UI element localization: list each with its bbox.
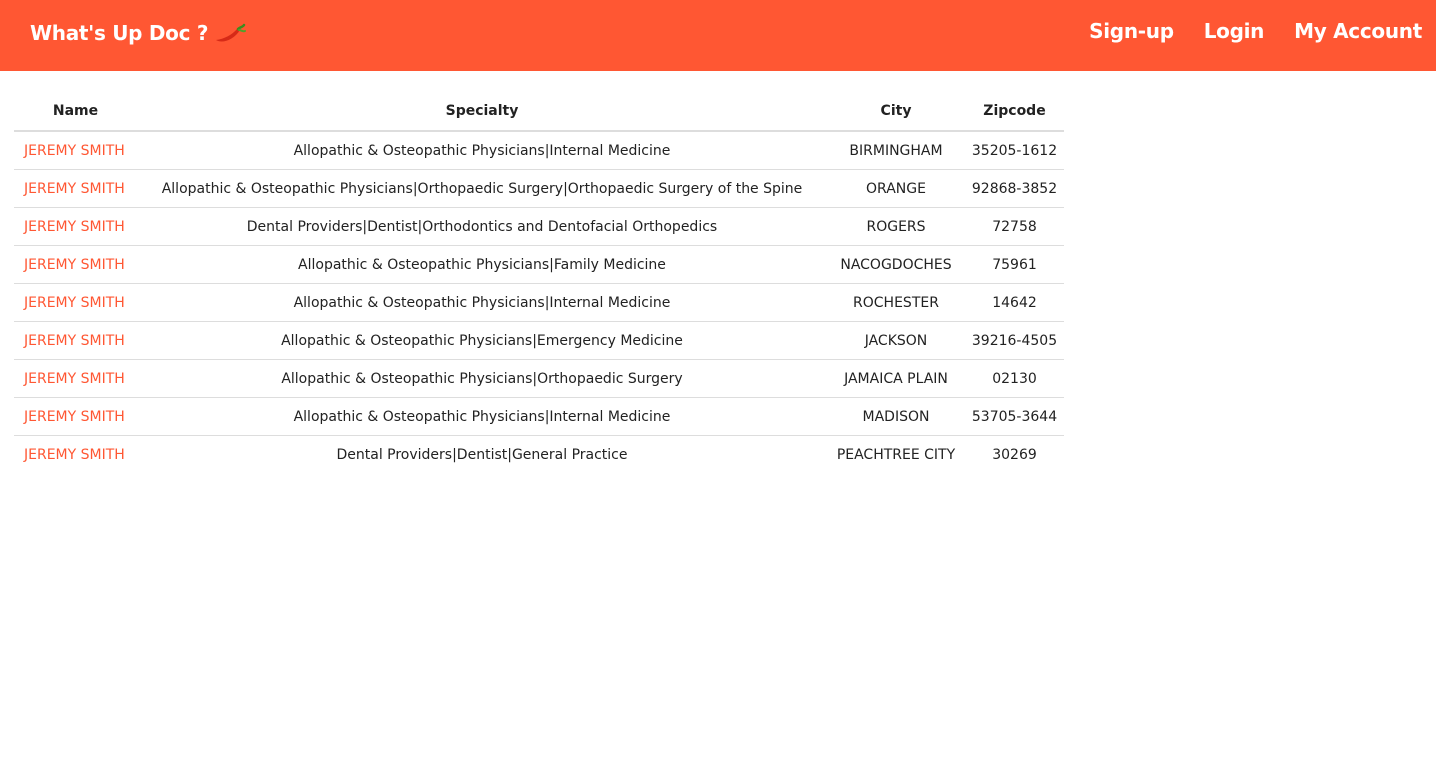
nav-signup-link[interactable]: Sign-up bbox=[1089, 19, 1174, 43]
specialty-cell: Allopathic & Osteopathic Physicians|Inte… bbox=[137, 131, 827, 170]
city-cell: JACKSON bbox=[827, 321, 965, 360]
nav-login-link[interactable]: Login bbox=[1204, 19, 1265, 43]
header-name: Name bbox=[14, 92, 137, 132]
zipcode-cell: 14642 bbox=[965, 283, 1064, 322]
doctor-name-link[interactable]: JEREMY SMITH bbox=[24, 333, 125, 349]
table-row: JEREMY SMITH Allopathic & Osteopathic Ph… bbox=[14, 131, 1064, 170]
table-row: JEREMY SMITH Allopathic & Osteopathic Ph… bbox=[14, 359, 1064, 398]
specialty-cell: Allopathic & Osteopathic Physicians|Fami… bbox=[137, 245, 827, 284]
brand-logo[interactable]: What's Up Doc ? bbox=[30, 18, 254, 48]
name-cell: JEREMY SMITH bbox=[14, 436, 137, 474]
table-row: JEREMY SMITH Allopathic & Osteopathic Ph… bbox=[14, 397, 1064, 436]
doctor-name-link[interactable]: JEREMY SMITH bbox=[24, 219, 125, 235]
table-row: JEREMY SMITH Dental Providers|Dentist|Ge… bbox=[14, 436, 1064, 474]
zipcode-cell: 02130 bbox=[965, 359, 1064, 398]
specialty-cell: Dental Providers|Dentist|General Practic… bbox=[336, 446, 628, 463]
header-specialty: Specialty bbox=[137, 92, 827, 132]
name-cell: JEREMY SMITH bbox=[14, 321, 137, 360]
doctor-results-table: Name Specialty City Zipcode JEREMY SMITH… bbox=[14, 92, 1064, 473]
name-cell: JEREMY SMITH bbox=[14, 245, 137, 284]
table-header-row: Name Specialty City Zipcode bbox=[14, 92, 1064, 132]
zipcode-cell: 72758 bbox=[965, 207, 1064, 246]
doctor-name-link[interactable]: JEREMY SMITH bbox=[24, 257, 125, 273]
city-cell: JAMAICA PLAIN bbox=[827, 359, 965, 398]
zipcode-cell: 75961 bbox=[965, 245, 1064, 284]
name-cell: JEREMY SMITH bbox=[14, 283, 137, 322]
specialty-cell: Dental Providers|Dentist|Orthodontics an… bbox=[137, 207, 827, 246]
city-cell: ROCHESTER bbox=[827, 283, 965, 322]
top-navbar: What's Up Doc ? Sign-up Login My Account bbox=[0, 0, 1436, 71]
zipcode-cell: 92868-3852 bbox=[965, 169, 1064, 208]
table-row: JEREMY SMITH Dental Providers|Dentist|Or… bbox=[14, 207, 1064, 246]
name-cell: JEREMY SMITH bbox=[14, 131, 137, 170]
zipcode-cell: 39216-4505 bbox=[965, 321, 1064, 360]
zipcode-cell: 53705-3644 bbox=[965, 397, 1064, 436]
table-row: JEREMY SMITH Allopathic & Osteopathic Ph… bbox=[14, 283, 1064, 322]
name-cell: JEREMY SMITH bbox=[14, 359, 137, 398]
specialty-cell: Allopathic & Osteopathic Physicians|Orth… bbox=[137, 169, 827, 208]
zipcode-cell: 30269 bbox=[992, 446, 1037, 463]
city-cell: BIRMINGHAM bbox=[827, 131, 965, 170]
header-zipcode: Zipcode bbox=[965, 92, 1064, 132]
specialty-cell: Allopathic & Osteopathic Physicians|Emer… bbox=[137, 321, 827, 360]
brand-title: What's Up Doc ? bbox=[30, 21, 209, 45]
specialty-cell: Allopathic & Osteopathic Physicians|Inte… bbox=[137, 397, 827, 436]
name-cell: JEREMY SMITH bbox=[14, 207, 137, 246]
specialty-cell: Allopathic & Osteopathic Physicians|Orth… bbox=[137, 359, 827, 398]
specialty-cell: Allopathic & Osteopathic Physicians|Inte… bbox=[137, 283, 827, 322]
doctor-name-link[interactable]: JEREMY SMITH bbox=[24, 143, 125, 159]
chili-pepper-icon bbox=[210, 18, 254, 48]
city-cell: ORANGE bbox=[827, 169, 965, 208]
doctor-name-link[interactable]: JEREMY SMITH bbox=[24, 181, 125, 197]
city-cell: ROGERS bbox=[827, 207, 965, 246]
doctor-name-link[interactable]: JEREMY SMITH bbox=[24, 409, 125, 425]
doctor-name-link[interactable]: JEREMY SMITH bbox=[24, 447, 125, 463]
name-cell: JEREMY SMITH bbox=[14, 169, 137, 208]
city-cell: PEACHTREE CITY bbox=[836, 446, 956, 463]
city-cell: MADISON bbox=[827, 397, 965, 436]
city-cell: NACOGDOCHES bbox=[827, 245, 965, 284]
table-row: JEREMY SMITH Allopathic & Osteopathic Ph… bbox=[14, 169, 1064, 208]
header-city: City bbox=[827, 92, 965, 132]
table-row: JEREMY SMITH Allopathic & Osteopathic Ph… bbox=[14, 245, 1064, 284]
name-cell: JEREMY SMITH bbox=[14, 397, 137, 436]
doctor-name-link[interactable]: JEREMY SMITH bbox=[24, 295, 125, 311]
doctor-name-link[interactable]: JEREMY SMITH bbox=[24, 371, 125, 387]
table-row: JEREMY SMITH Allopathic & Osteopathic Ph… bbox=[14, 321, 1064, 360]
nav-my-account-link[interactable]: My Account bbox=[1294, 19, 1422, 43]
zipcode-cell: 35205-1612 bbox=[965, 131, 1064, 170]
nav-links: Sign-up Login My Account bbox=[1089, 19, 1422, 43]
